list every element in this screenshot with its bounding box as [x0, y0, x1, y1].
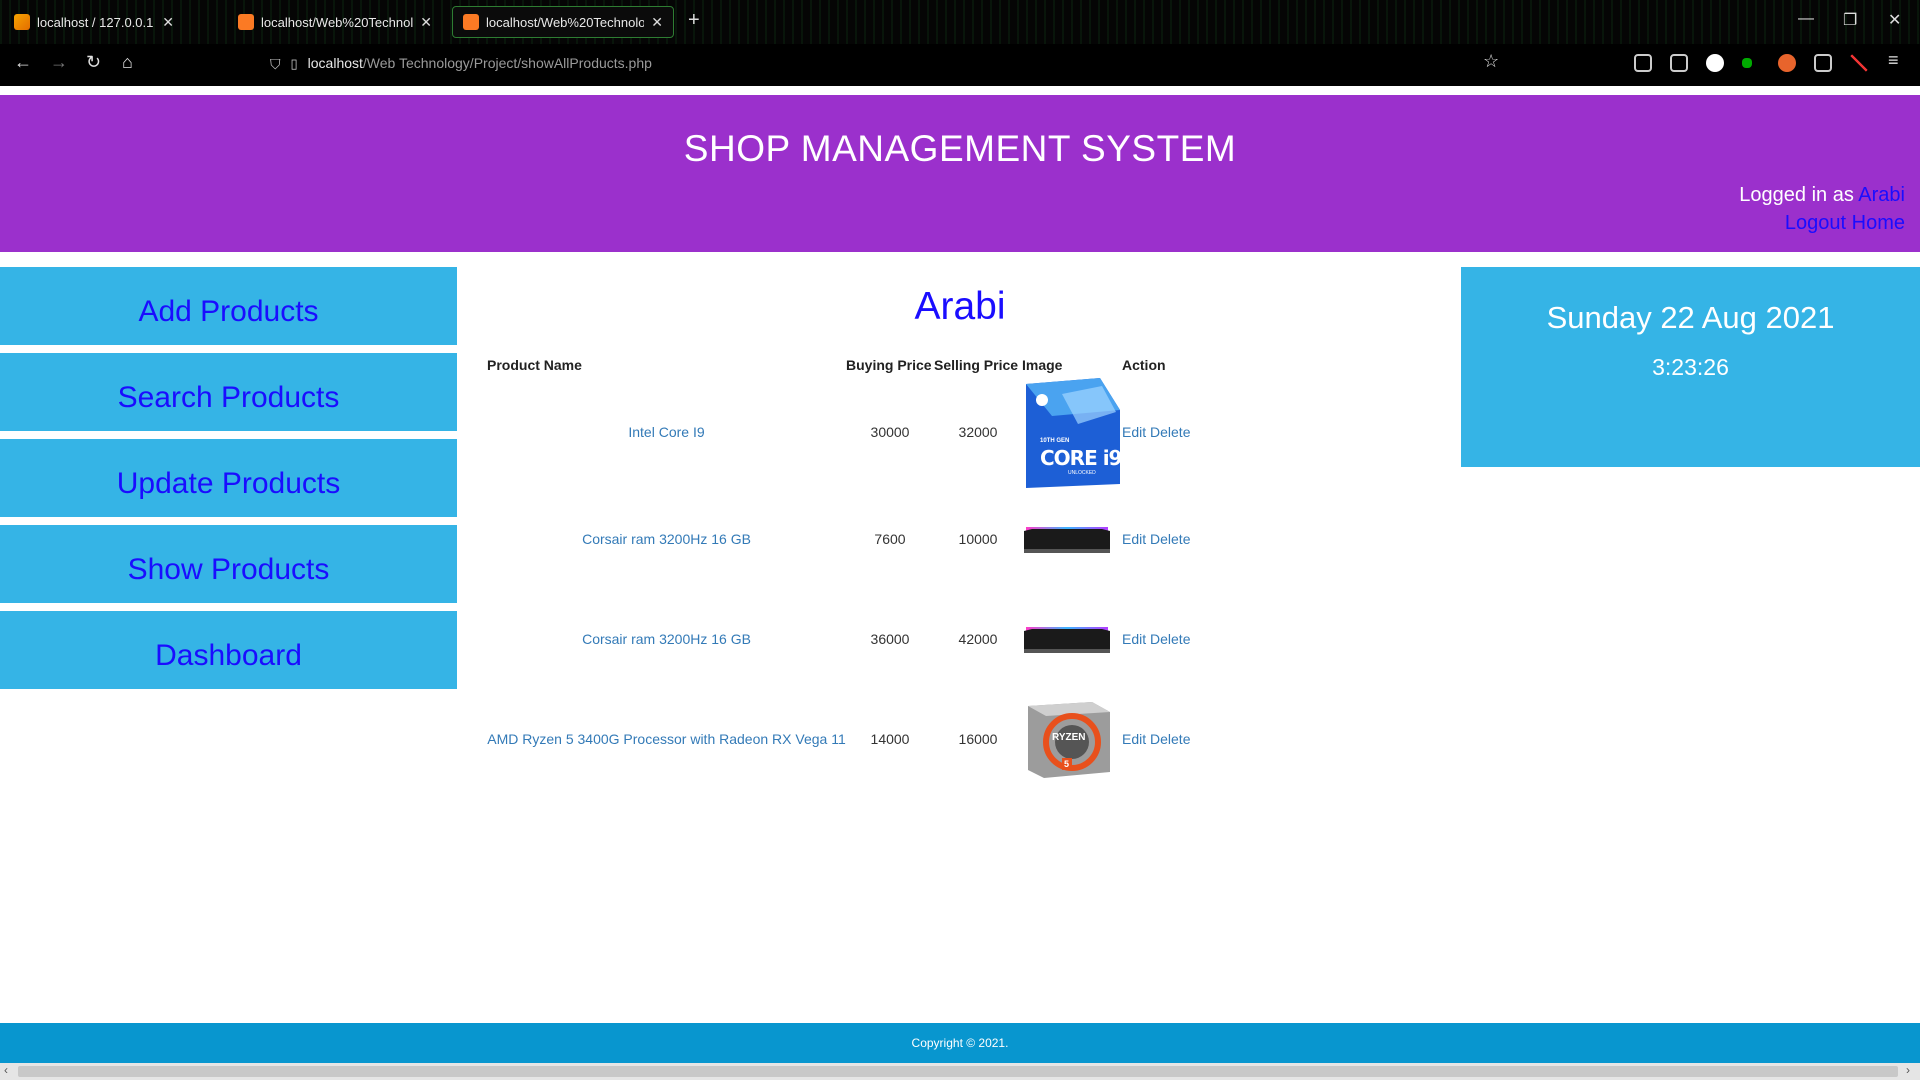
- extension-w-icon[interactable]: [1742, 58, 1752, 68]
- edit-link[interactable]: Edit: [1122, 631, 1146, 647]
- corsair-ram-image: [1022, 519, 1112, 559]
- extension-x-icon[interactable]: [1850, 54, 1868, 72]
- close-tab-icon[interactable]: ✕: [162, 14, 174, 31]
- sidebar-item-update-products[interactable]: Update Products: [0, 439, 457, 517]
- scrollbar-thumb[interactable]: [18, 1066, 1898, 1077]
- column-header-buying-price: Buying Price: [846, 357, 932, 373]
- new-tab-icon[interactable]: +: [688, 9, 700, 32]
- shield-icon[interactable]: ⛉: [270, 56, 281, 73]
- menu-icon[interactable]: ≡: [1888, 50, 1899, 71]
- tab-title: localhost/Web%20Technology/: [486, 14, 644, 30]
- clock-panel: Sunday 22 Aug 2021 3:23:26: [1461, 267, 1920, 467]
- close-window-icon[interactable]: ✕: [1888, 10, 1901, 30]
- scroll-left-icon[interactable]: ‹: [4, 1063, 8, 1077]
- address-bar[interactable]: ⛉ ▯ localhost/Web Technology/Project/sho…: [270, 55, 652, 73]
- tab-title: localhost / 127.0.0.1 / shop_db: [37, 14, 155, 30]
- sidebar: Add Products Search Products Update Prod…: [0, 267, 457, 697]
- delete-link[interactable]: Delete: [1150, 424, 1190, 440]
- buying-price: 7600: [874, 531, 906, 547]
- ryzen-box-brand: RYZEN: [1052, 732, 1086, 743]
- close-tab-icon[interactable]: ✕: [651, 14, 663, 31]
- corsair-ram-image: [1022, 619, 1112, 659]
- tab-web-technology-1[interactable]: localhost/Web%20Technology/ ✕: [228, 6, 442, 38]
- product-name-link[interactable]: Intel Core I9: [628, 424, 704, 440]
- reload-icon[interactable]: ↻: [86, 52, 101, 73]
- user-heading: Arabi: [914, 285, 1006, 328]
- amd-ryzen-5-box-image: RYZEN 5: [1022, 700, 1114, 778]
- buying-price: 36000: [870, 631, 910, 647]
- intel-box-series: 10TH GEN: [1040, 438, 1070, 444]
- login-info: Logged in as Arabi Logout Home: [1739, 181, 1905, 237]
- browser-tab-bar: localhost / 127.0.0.1 / shop_db ✕ localh…: [0, 0, 1920, 44]
- url-host: localhost: [307, 55, 363, 71]
- column-header-product-name: Product Name: [487, 357, 582, 373]
- selling-price: 16000: [958, 731, 998, 747]
- logged-in-label: Logged in as: [1739, 184, 1854, 206]
- intel-box-edition: UNLOCKED: [1068, 470, 1096, 476]
- selling-price: 10000: [958, 531, 998, 547]
- product-name-link[interactable]: AMD Ryzen 5 3400G Processor with Radeon …: [487, 731, 845, 747]
- url-path: /Web Technology/Project/showAllProducts.…: [362, 55, 652, 71]
- column-header-selling-price: Selling Price: [934, 357, 1019, 373]
- clock-date: Sunday 22 Aug 2021: [1546, 300, 1835, 335]
- site-header: SHOP MANAGEMENT SYSTEM Logged in as Arab…: [0, 95, 1920, 252]
- restore-icon[interactable]: ❐: [1843, 10, 1857, 30]
- forward-icon[interactable]: →: [50, 52, 68, 73]
- home-link[interactable]: Home: [1852, 212, 1905, 234]
- tab-phpmyadmin[interactable]: localhost / 127.0.0.1 / shop_db ✕: [4, 6, 184, 38]
- tab-web-technology-active[interactable]: localhost/Web%20Technology/ ✕: [452, 6, 674, 38]
- sidebar-item-show-products[interactable]: Show Products: [0, 525, 457, 603]
- copyright-text: Copyright © 2021.: [911, 1036, 1009, 1050]
- sidebar-item-search-products[interactable]: Search Products: [0, 353, 457, 431]
- delete-link[interactable]: Delete: [1150, 631, 1190, 647]
- xampp-icon: [463, 14, 479, 30]
- selling-price: 42000: [958, 631, 998, 647]
- reader-view-icon[interactable]: [1670, 54, 1688, 72]
- ryzen-box-tier: 5: [1064, 759, 1070, 769]
- site-footer: Copyright © 2021.: [0, 1023, 1920, 1063]
- minimize-icon[interactable]: —: [1798, 10, 1814, 28]
- product-name-link[interactable]: Corsair ram 3200Hz 16 GB: [582, 531, 751, 547]
- edit-link[interactable]: Edit: [1122, 731, 1146, 747]
- intel-core-i9-box-image: 10TH GEN CORE i9 UNLOCKED: [1022, 376, 1122, 488]
- bookmark-star-icon[interactable]: ☆: [1483, 51, 1499, 72]
- tab-title: localhost/Web%20Technology/: [261, 14, 414, 30]
- close-tab-icon[interactable]: ✕: [420, 14, 432, 31]
- site-title: SHOP MANAGEMENT SYSTEM: [683, 128, 1237, 169]
- logout-link[interactable]: Logout: [1785, 212, 1846, 234]
- scroll-right-icon[interactable]: ›: [1906, 1063, 1910, 1077]
- extension-s-icon[interactable]: [1706, 54, 1724, 72]
- table-header-row: Product Name Buying Price Selling Price …: [487, 355, 1212, 375]
- extension-oo-icon[interactable]: [1814, 54, 1832, 72]
- delete-link[interactable]: Delete: [1150, 731, 1190, 747]
- table-row: Corsair ram 3200Hz 16 GB 7600 10000 Edit…: [487, 489, 1212, 589]
- page-icon: ▯: [290, 56, 298, 71]
- intel-box-brand: CORE i9: [1040, 446, 1122, 470]
- table-row: Intel Core I9 30000 32000 10TH GEN CORE …: [487, 375, 1212, 489]
- table-row: AMD Ryzen 5 3400G Processor with Radeon …: [487, 689, 1212, 789]
- username-link[interactable]: Arabi: [1858, 184, 1905, 206]
- clock-time: 3:23:26: [1652, 354, 1729, 380]
- phpmyadmin-icon: [14, 14, 30, 30]
- table-row: Corsair ram 3200Hz 16 GB 36000 42000 Edi…: [487, 589, 1212, 689]
- firefox-extension-icon[interactable]: [1778, 54, 1796, 72]
- horizontal-scrollbar[interactable]: ‹ ›: [0, 1063, 1920, 1080]
- buying-price: 14000: [870, 731, 910, 747]
- home-icon[interactable]: ⌂: [122, 52, 133, 73]
- edit-link[interactable]: Edit: [1122, 531, 1146, 547]
- back-icon[interactable]: ←: [14, 52, 32, 73]
- product-name-link[interactable]: Corsair ram 3200Hz 16 GB: [582, 631, 751, 647]
- column-header-image: Image: [1022, 357, 1063, 373]
- products-table: Product Name Buying Price Selling Price …: [487, 355, 1212, 789]
- buying-price: 30000: [870, 424, 910, 440]
- sidebar-item-dashboard[interactable]: Dashboard: [0, 611, 457, 689]
- selling-price: 32000: [958, 424, 998, 440]
- edit-link[interactable]: Edit: [1122, 424, 1146, 440]
- sidebar-item-add-products[interactable]: Add Products: [0, 267, 457, 345]
- xampp-icon: [238, 14, 254, 30]
- pocket-icon[interactable]: [1634, 54, 1652, 72]
- column-header-action: Action: [1122, 357, 1166, 373]
- delete-link[interactable]: Delete: [1150, 531, 1190, 547]
